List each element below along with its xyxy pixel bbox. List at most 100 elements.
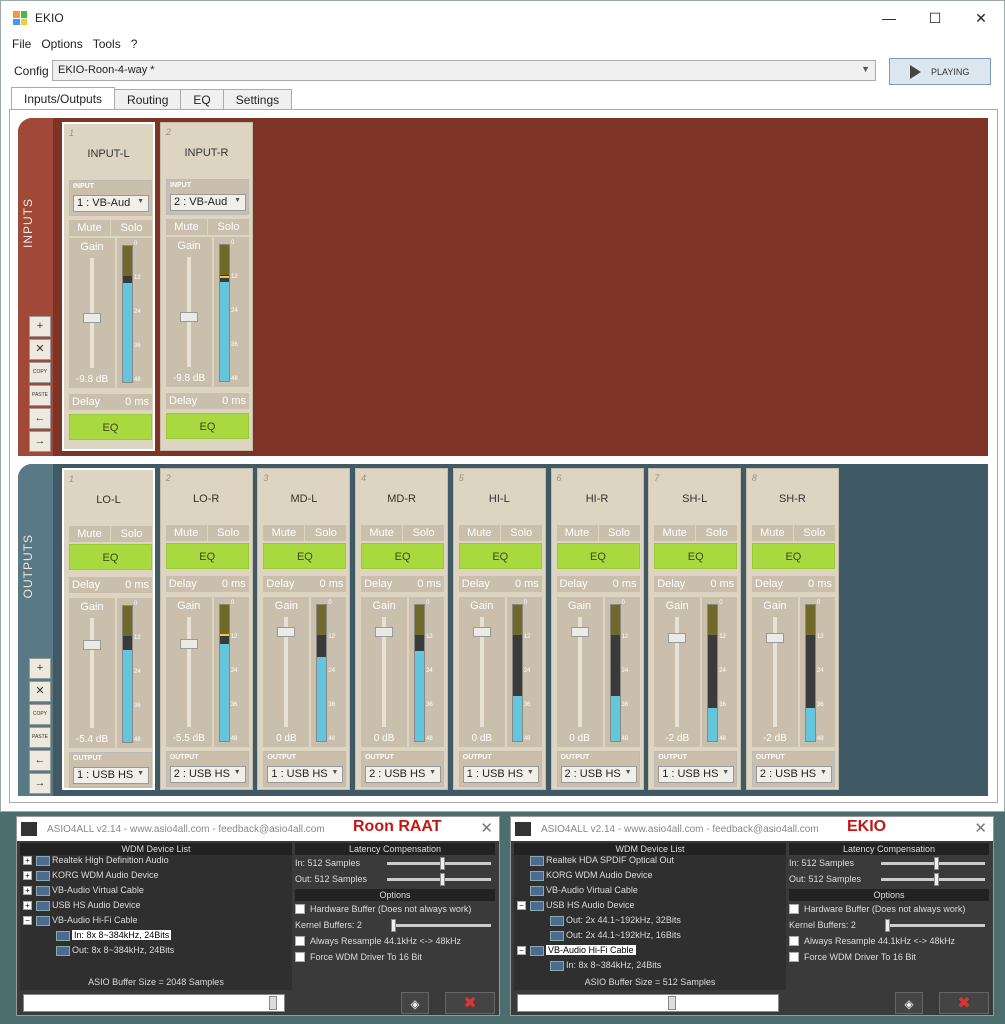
device-row[interactable]: In: 8x 8~384kHz, 24Bits — [514, 960, 786, 975]
config-select[interactable]: EKIO-Roon-4-way * ▼ — [52, 60, 876, 81]
expand-toggle[interactable]: + — [23, 856, 32, 866]
eq-button[interactable]: EQ — [361, 543, 445, 569]
device-row[interactable]: − USB HS Audio Device — [514, 900, 786, 915]
slider-knob[interactable] — [269, 996, 277, 1010]
force-16bit-option[interactable]: Force WDM Driver To 16 Bit — [295, 949, 495, 965]
buffer-size-slider[interactable] — [23, 994, 285, 1012]
device-row[interactable]: Realtek HDA SPDIF Optical Out — [514, 855, 786, 870]
checkbox[interactable] — [295, 952, 305, 962]
minimize-button[interactable]: — — [866, 10, 912, 26]
eq-button[interactable]: EQ — [166, 413, 249, 439]
advanced-options-icon[interactable]: ◈ — [895, 992, 923, 1014]
slider-knob[interactable] — [440, 873, 445, 886]
add-button[interactable]: + — [29, 316, 51, 337]
device-row[interactable]: VB-Audio Virtual Cable — [514, 885, 786, 900]
checkbox[interactable] — [789, 936, 799, 946]
latency-out-slider[interactable] — [881, 873, 985, 886]
input-device-dropdown[interactable]: 2 : VB-Aud ▼ — [170, 194, 246, 211]
device-row[interactable]: − VB-Audio Hi-Fi Cable — [514, 945, 786, 960]
eq-button[interactable]: EQ — [165, 543, 249, 569]
expand-toggle[interactable]: − — [517, 946, 526, 956]
eq-button[interactable]: EQ — [458, 543, 542, 569]
mute-button[interactable]: Mute — [458, 525, 500, 541]
device-row[interactable]: + VB-Audio Virtual Cable — [20, 885, 292, 900]
checkbox[interactable] — [295, 904, 305, 914]
delay-field[interactable]: Delay 0 ms — [69, 577, 152, 593]
device-row[interactable]: + KORG WDM Audio Device — [20, 870, 292, 885]
checkbox[interactable] — [789, 904, 799, 914]
device-row[interactable]: Out: 2x 44.1~192kHz, 32Bits — [514, 915, 786, 930]
solo-button[interactable]: Solo — [598, 525, 640, 541]
solo-button[interactable]: Solo — [500, 525, 542, 541]
delay-field[interactable]: Delay 0 ms — [751, 576, 835, 592]
device-row[interactable]: In: 8x 8~384kHz, 24Bits — [20, 930, 292, 945]
solo-button[interactable]: Solo — [208, 219, 249, 235]
expand-toggle[interactable]: − — [517, 901, 526, 911]
paste-button[interactable]: PASTE — [29, 385, 51, 406]
menu-help[interactable]: ? — [126, 37, 143, 51]
checkbox[interactable] — [789, 952, 799, 962]
menu-file[interactable]: File — [7, 37, 36, 51]
gain-slider-thumb[interactable] — [765, 633, 784, 643]
tab-settings[interactable]: Settings — [222, 89, 293, 110]
play-button[interactable]: PLAYING — [889, 58, 991, 85]
gain-slider-thumb[interactable] — [83, 313, 101, 323]
solo-button[interactable]: Solo — [111, 220, 152, 236]
gain-slider-thumb[interactable] — [277, 627, 296, 637]
latency-out-slider[interactable] — [387, 873, 491, 886]
mute-button[interactable]: Mute — [165, 525, 207, 541]
solo-button[interactable]: Solo — [207, 525, 249, 541]
mute-button[interactable]: Mute — [751, 525, 793, 541]
expand-toggle[interactable]: + — [23, 871, 32, 881]
paste-button[interactable]: PASTE — [29, 727, 51, 748]
slider-knob[interactable] — [885, 919, 890, 932]
output-device-dropdown[interactable]: 2 : USB HS ▼ — [169, 766, 246, 783]
device-row[interactable]: KORG WDM Audio Device — [514, 870, 786, 885]
eq-button[interactable]: EQ — [654, 543, 738, 569]
asio-close-button[interactable]: ✕ — [480, 819, 493, 837]
mute-button[interactable]: Mute — [69, 220, 110, 236]
gain-slider-thumb[interactable] — [83, 640, 101, 650]
output-device-dropdown[interactable]: 2 : USB HS ▼ — [560, 766, 637, 783]
tab-eq[interactable]: EQ — [180, 89, 224, 110]
slider-knob[interactable] — [934, 873, 939, 886]
eq-button[interactable]: EQ — [556, 543, 640, 569]
delay-field[interactable]: Delay 0 ms — [361, 576, 445, 592]
remove-button[interactable]: ✕ — [29, 681, 51, 702]
hw-buffer-option[interactable]: Hardware Buffer (Does not always work) — [789, 901, 989, 917]
tab-routing[interactable]: Routing — [114, 89, 182, 110]
mute-button[interactable]: Mute — [263, 525, 305, 541]
advanced-options-icon[interactable]: ◈ — [401, 992, 429, 1014]
mute-button[interactable]: Mute — [69, 526, 110, 542]
asio-close-button[interactable]: ✕ — [974, 819, 987, 837]
slider-knob[interactable] — [934, 857, 939, 870]
output-device-dropdown[interactable]: 1 : USB HS ▼ — [73, 767, 149, 784]
latency-in-slider[interactable] — [881, 857, 985, 870]
slider-knob[interactable] — [668, 996, 676, 1010]
menu-options[interactable]: Options — [36, 37, 87, 51]
eq-button[interactable]: EQ — [751, 543, 835, 569]
gain-slider-thumb[interactable] — [570, 627, 589, 637]
expand-toggle[interactable]: + — [23, 886, 32, 896]
eq-button[interactable]: EQ — [69, 544, 152, 570]
expand-toggle[interactable]: + — [23, 901, 32, 911]
kernel-slider[interactable] — [391, 919, 491, 932]
device-row[interactable]: Out: 2x 44.1~192kHz, 16Bits — [514, 930, 786, 945]
settings-wrench-icon[interactable]: ✖ — [445, 992, 495, 1014]
mute-button[interactable]: Mute — [654, 525, 696, 541]
hw-buffer-option[interactable]: Hardware Buffer (Does not always work) — [295, 901, 495, 917]
gain-slider-thumb[interactable] — [179, 639, 198, 649]
mute-button[interactable]: Mute — [361, 525, 403, 541]
mute-button[interactable]: Mute — [166, 219, 207, 235]
move-right-button[interactable]: → — [29, 431, 51, 452]
gain-slider-thumb[interactable] — [668, 633, 687, 643]
delay-field[interactable]: Delay 0 ms — [556, 576, 640, 592]
mute-button[interactable]: Mute — [556, 525, 598, 541]
eq-button[interactable]: EQ — [263, 543, 347, 569]
output-device-dropdown[interactable]: 1 : USB HS ▼ — [462, 766, 539, 783]
add-button[interactable]: + — [29, 658, 51, 679]
output-device-dropdown[interactable]: 2 : USB HS ▼ — [755, 766, 832, 783]
expand-toggle[interactable]: − — [23, 916, 32, 926]
resample-option[interactable]: Always Resample 44.1kHz <-> 48kHz — [789, 933, 989, 949]
move-left-button[interactable]: ← — [29, 408, 51, 429]
